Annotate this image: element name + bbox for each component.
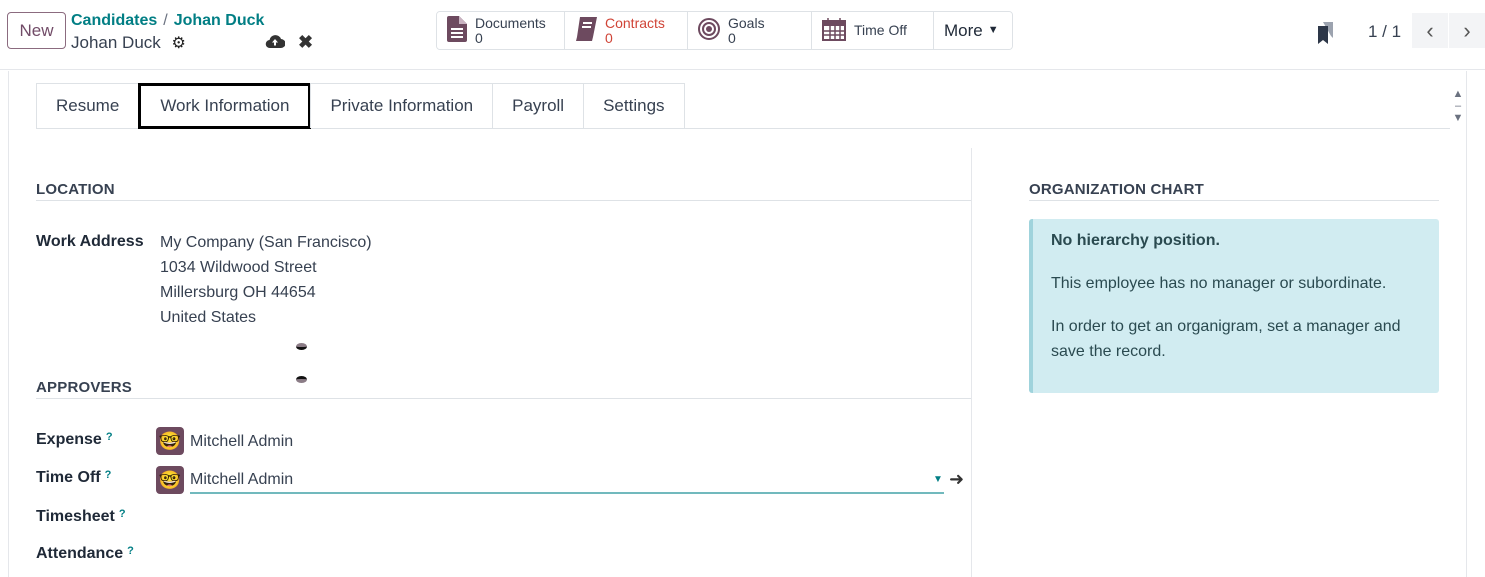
- avatar: 🤓: [156, 466, 184, 494]
- approvers-section-title: APPROVERS: [36, 379, 132, 396]
- help-icon[interactable]: ?: [106, 431, 113, 443]
- divider: [36, 200, 971, 201]
- alert-line-1: This employee has no manager or subordin…: [1051, 275, 1387, 292]
- work-address-value[interactable]: My Company (San Francisco) 1034 Wildwood…: [160, 230, 372, 330]
- target-icon: [698, 18, 720, 43]
- caret-down-icon[interactable]: ▼: [933, 474, 943, 485]
- goals-button[interactable]: Goals 0: [688, 12, 812, 49]
- documents-button[interactable]: Documents 0: [437, 12, 565, 49]
- attendance-label: Attendance?: [36, 545, 134, 562]
- gear-icon[interactable]: ⚙: [172, 33, 186, 53]
- divider: [36, 398, 971, 399]
- breadcrumb-current[interactable]: Johan Duck: [174, 12, 265, 29]
- address-street: 1034 Wildwood Street: [160, 259, 317, 276]
- time-off-approver-input[interactable]: Mitchell Admin: [190, 467, 944, 494]
- caret-down-icon: ▼: [987, 24, 999, 36]
- tab-work-information[interactable]: Work Information: [138, 83, 312, 129]
- calendar-icon: [822, 17, 846, 44]
- save-cloud-icon[interactable]: [265, 33, 286, 54]
- documents-count: 0: [475, 29, 483, 46]
- contracts-label: Contracts: [605, 14, 665, 31]
- help-icon[interactable]: ?: [105, 469, 112, 481]
- goals-label: Goals: [728, 14, 765, 31]
- org-chart-alert: No hierarchy position. This employee has…: [1029, 219, 1439, 393]
- divider: [1029, 200, 1439, 201]
- chevron-right-icon: ›: [1463, 17, 1471, 43]
- tab-settings[interactable]: Settings: [583, 83, 685, 128]
- more-label: More: [944, 21, 983, 40]
- bookmark-icon[interactable]: [1317, 22, 1335, 49]
- documents-label: Documents: [475, 14, 546, 31]
- arrow-right-icon[interactable]: ➜: [949, 469, 964, 490]
- org-chart-title: ORGANIZATION CHART: [1029, 181, 1204, 198]
- tab-payroll[interactable]: Payroll: [492, 83, 585, 128]
- time-off-label: Time Off?: [36, 469, 112, 486]
- expense-approver-value: Mitchell Admin: [190, 432, 294, 450]
- column-divider: [971, 148, 972, 577]
- discard-icon[interactable]: ✖: [298, 32, 313, 53]
- expense-label: Expense?: [36, 431, 113, 448]
- smart-buttons: Documents 0 Contracts 0 Goals 0 Time Off Mo…: [436, 11, 1013, 50]
- timesheet-label: Timesheet?: [36, 508, 126, 525]
- chevron-left-icon: ‹: [1426, 17, 1434, 43]
- address-city: Millersburg OH 44654: [160, 284, 316, 301]
- scroll-handle[interactable]: ▲ – ▼: [1451, 88, 1465, 124]
- notebook-tabs: Resume Work Information Private Informat…: [36, 83, 1450, 129]
- alert-line-2: In order to get an organigram, set a man…: [1051, 318, 1401, 360]
- breadcrumb: Candidates / Johan Duck: [71, 12, 264, 30]
- breadcrumb-separator: /: [163, 12, 168, 29]
- contracts-count: 0: [605, 29, 613, 46]
- contracts-button[interactable]: Contracts 0: [565, 12, 688, 49]
- pager-next-button[interactable]: ›: [1449, 13, 1485, 48]
- help-icon[interactable]: ?: [127, 545, 134, 557]
- resize-handle-icon[interactable]: [296, 343, 307, 350]
- time-off-button[interactable]: Time Off: [812, 12, 934, 49]
- alert-heading: No hierarchy position.: [1051, 232, 1220, 249]
- goals-count: 0: [728, 29, 736, 46]
- help-icon[interactable]: ?: [119, 508, 126, 520]
- address-country: United States: [160, 309, 257, 326]
- pager-previous-button[interactable]: ‹: [1412, 13, 1448, 48]
- work-address-label: Work Address: [36, 233, 144, 250]
- time-off-approver-field[interactable]: 🤓 Mitchell Admin: [156, 466, 944, 494]
- location-section-title: LOCATION: [36, 181, 115, 198]
- record-title: Johan Duck ⚙: [71, 33, 186, 53]
- time-off-label: Time Off: [854, 22, 907, 38]
- pager-value[interactable]: 1 / 1: [1368, 22, 1401, 42]
- resize-handle-icon[interactable]: [296, 376, 307, 383]
- record-name: Johan Duck: [71, 33, 161, 52]
- expense-approver-field[interactable]: 🤓 Mitchell Admin: [156, 427, 293, 455]
- more-button[interactable]: More ▼: [934, 12, 1012, 49]
- avatar: 🤓: [156, 427, 184, 455]
- new-button[interactable]: New: [7, 12, 66, 49]
- tab-private-information[interactable]: Private Information: [310, 83, 494, 128]
- address-company: My Company (San Francisco): [160, 234, 372, 251]
- tab-resume[interactable]: Resume: [36, 83, 140, 128]
- document-icon: [447, 16, 467, 45]
- book-icon: [575, 17, 597, 44]
- breadcrumb-candidates[interactable]: Candidates: [71, 12, 157, 29]
